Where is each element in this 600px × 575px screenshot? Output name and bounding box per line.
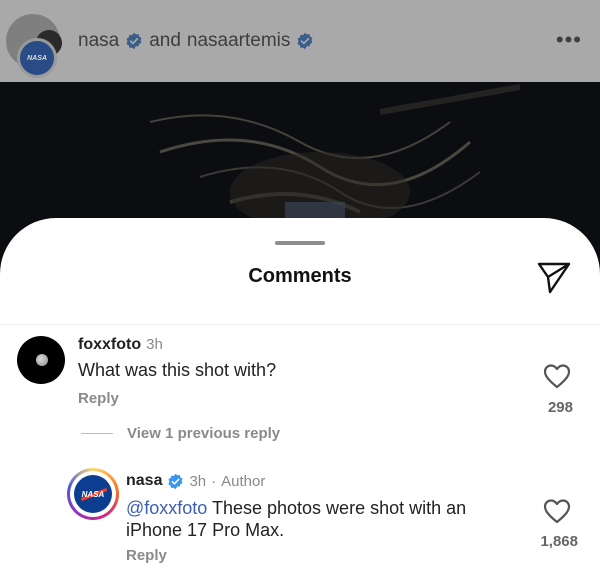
sheet-drag-handle[interactable] (275, 241, 325, 245)
sheet-title: Comments (248, 265, 352, 287)
sheet-divider (0, 324, 600, 325)
reply-button[interactable]: Reply (78, 390, 119, 407)
replies-line (81, 433, 113, 434)
nasa-logo-text: NASA (81, 489, 105, 499)
post-connector: and (149, 30, 181, 51)
comment-time: 3h (189, 472, 207, 490)
comment-avatar-foxxfoto[interactable] (17, 336, 65, 384)
heart-icon[interactable] (543, 363, 571, 389)
verified-icon (297, 32, 313, 50)
heart-icon[interactable] (543, 498, 571, 524)
like-count: 1,868 (540, 533, 578, 550)
post-avatar-group[interactable]: NASA (6, 14, 62, 78)
comments-sheet: Comments foxxfoto 3h What was this shot … (0, 218, 600, 575)
comment-header: foxxfoto 3h (78, 336, 163, 354)
separator-dot: · (211, 472, 217, 490)
nasa-avatar: NASA (17, 38, 57, 78)
comment-avatar-nasa[interactable]: NASA (67, 468, 119, 520)
view-previous-replies-button[interactable]: View 1 previous reply (127, 425, 280, 442)
nasa-logo: NASA (74, 475, 112, 513)
reply-button[interactable]: Reply (126, 547, 167, 564)
post-header: NASA nasa and nasaartemis ••• (0, 0, 600, 82)
paper-plane-icon[interactable] (536, 260, 572, 294)
author-badge: Author (221, 472, 266, 490)
post-author-line: nasa and nasaartemis (78, 30, 314, 52)
verified-icon (126, 32, 142, 50)
comment-text: What was this shot with? (78, 360, 277, 380)
verified-icon (168, 473, 183, 489)
post-account-name[interactable]: nasa (78, 30, 119, 52)
comment-username[interactable]: foxxfoto (78, 336, 141, 354)
mention-link[interactable]: @foxxfoto (126, 498, 207, 518)
moon-image (36, 354, 48, 366)
comment-header: nasa 3h · Author (126, 472, 265, 490)
comment-username[interactable]: nasa (126, 472, 162, 490)
like-count: 298 (547, 399, 573, 416)
comment-text: @foxxfoto These photos were shot with an… (126, 497, 506, 541)
post-collaborator-name[interactable]: nasaartemis (187, 30, 291, 52)
more-horizontal-icon[interactable]: ••• (556, 27, 582, 53)
comment-time: 3h (146, 336, 163, 353)
